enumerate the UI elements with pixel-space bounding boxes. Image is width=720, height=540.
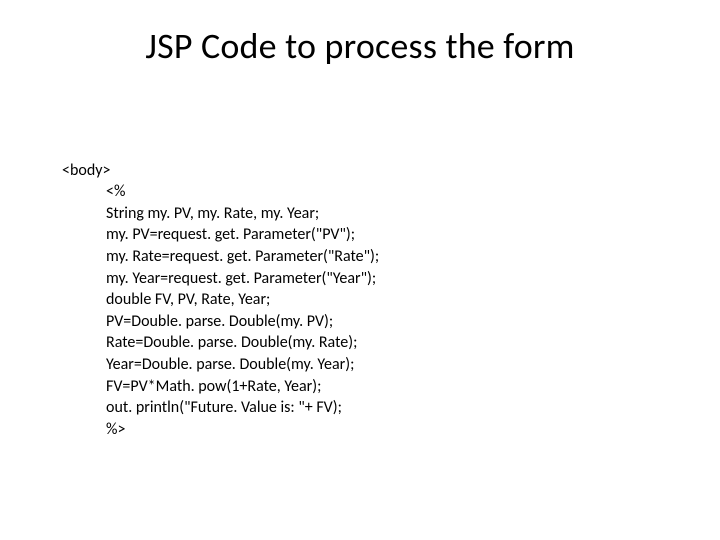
code-line: out. println("Future. Value is: "+ FV);	[62, 397, 379, 419]
code-line: Rate=Double. parse. Double(my. Rate);	[62, 332, 379, 354]
code-line: <%	[62, 181, 379, 203]
code-line: %>	[62, 419, 379, 441]
code-line: my. PV=request. get. Parameter("PV");	[62, 224, 379, 246]
code-line: double FV, PV, Rate, Year;	[62, 289, 379, 311]
code-line: my. Rate=request. get. Parameter("Rate")…	[62, 246, 379, 268]
code-line: String my. PV, my. Rate, my. Year;	[62, 203, 379, 225]
code-line: Year=Double. parse. Double(my. Year);	[62, 354, 379, 376]
code-line: PV=Double. parse. Double(my. PV);	[62, 311, 379, 333]
code-block: <body> <%String my. PV, my. Rate, my. Ye…	[62, 138, 379, 484]
code-line: my. Year=request. get. Parameter("Year")…	[62, 268, 379, 290]
code-line: FV=PV*Math. pow(1+Rate, Year);	[62, 376, 379, 398]
code-line: <body>	[62, 161, 110, 180]
slide: JSP Code to process the form <body> <%St…	[0, 0, 720, 540]
slide-title: JSP Code to process the form	[0, 24, 720, 68]
